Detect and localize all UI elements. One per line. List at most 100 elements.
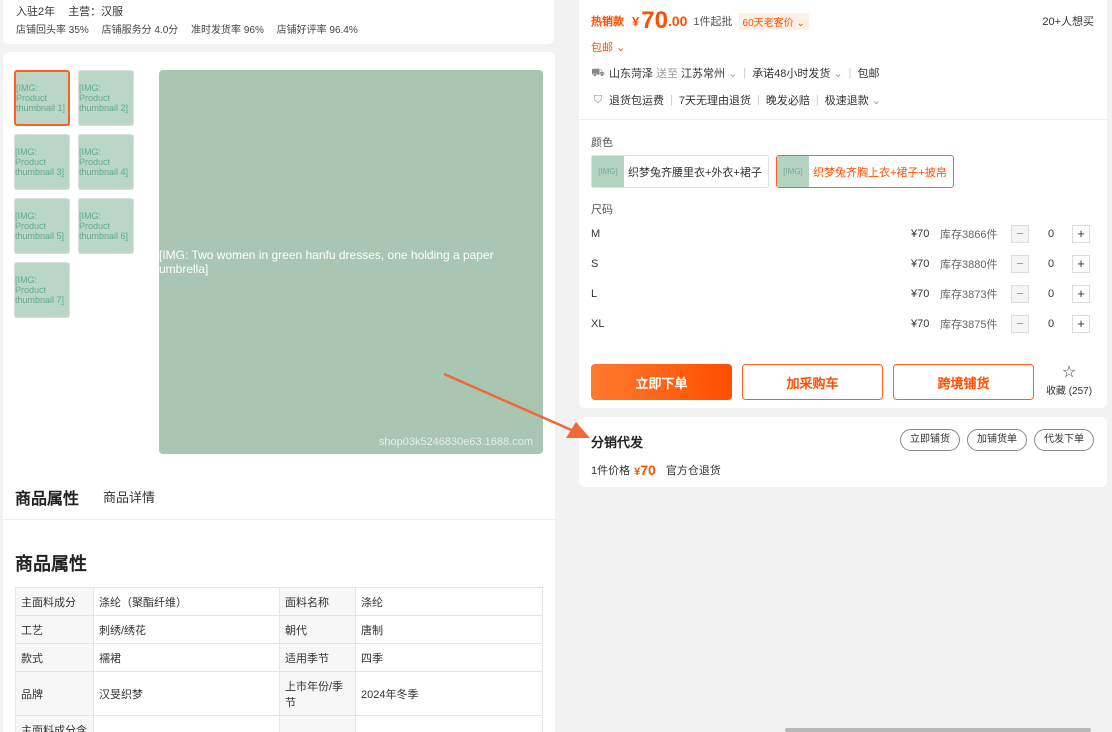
distribution-price-row: 1件价格 ¥70 官方仓退货: [591, 462, 721, 478]
chevron-down-icon: ⌄: [728, 68, 738, 80]
service-item-dropdown[interactable]: 极速退款 ⌄: [825, 92, 881, 108]
horizontal-scrollbar[interactable]: [785, 728, 1091, 732]
shop-stat: 准时发货率 96%: [191, 25, 264, 36]
thumbnail-image[interactable]: [IMG: Product thumbnail 1]: [14, 70, 70, 126]
list-now-button[interactable]: 立即铺货: [900, 429, 960, 451]
decrease-button[interactable]: −: [1011, 315, 1029, 333]
add-to-list-button[interactable]: 加铺货单: [967, 429, 1027, 451]
size-stock: 库存3866件: [940, 229, 998, 241]
ship-free: 包邮: [857, 68, 880, 80]
purchase-panel: 热销款 ¥ 70 .00 1件起批 60天老客价 ⌄ 20+人想买 包邮 ⌄ ⛟…: [579, 0, 1107, 408]
unit-price-label: 1件价格: [591, 465, 631, 477]
size-stock: 库存3880件: [940, 259, 998, 271]
price-symbol: ¥: [632, 13, 640, 29]
ship-to-location[interactable]: 江苏常州 ⌄: [681, 65, 737, 81]
attr-value: 四季: [355, 643, 543, 672]
shop-info-card: 入驻2年 主营：汉服 店铺回头率 35% 店铺服务分 4.0分 准时发货率 96…: [3, 0, 554, 44]
service-item: 7天无理由退货: [678, 95, 751, 107]
service-item: 退货包运费: [609, 95, 664, 107]
thumbnail-image[interactable]: [IMG: Product thumbnail 7]: [14, 262, 70, 318]
size-price: ¥70: [911, 228, 930, 240]
table-row: 工艺 刺绣/绣花 朝代 唐制: [15, 615, 543, 644]
distribution-note: 官方仓退货: [665, 465, 721, 477]
attr-key: [279, 715, 356, 732]
attr-value: 襦裙: [93, 643, 280, 672]
shop-stat: 店铺回头率 35%: [16, 25, 89, 36]
favorite-button[interactable]: ☆ 收藏 (257): [1041, 364, 1097, 397]
service-row: ⛉ 退货包运费 | 7天无理由退货 | 晚发必赔 | 极速退款 ⌄: [591, 92, 881, 108]
shop-years: 入驻2年: [16, 6, 56, 18]
attr-key: 面料名称: [279, 587, 356, 616]
price-decimal: .00: [667, 13, 688, 29]
shop-stat: 店铺好评率 96.4%: [276, 25, 358, 36]
attr-key: 工艺: [15, 615, 94, 644]
attr-value: 刺绣/绣花: [93, 615, 280, 644]
price-row: 热销款 ¥ 70 .00 1件起批 60天老客价 ⌄: [591, 6, 809, 36]
dropship-order-button[interactable]: 代发下单: [1034, 429, 1094, 451]
attr-value: 涤纶（聚酯纤维）: [93, 587, 280, 616]
order-now-button[interactable]: 立即下单: [591, 364, 732, 400]
min-order: 1件起批: [693, 16, 733, 28]
attr-value: 2024年冬季: [355, 671, 543, 716]
size-label: 尺码: [591, 204, 613, 216]
quantity-input[interactable]: 0: [1039, 318, 1063, 330]
star-icon: ☆: [1061, 364, 1077, 381]
color-swatch-image: [IMG]: [777, 156, 809, 187]
thumbnail-image[interactable]: [IMG: Product thumbnail 5]: [14, 198, 70, 254]
decrease-button[interactable]: −: [1011, 285, 1029, 303]
attr-key: 朝代: [279, 615, 356, 644]
thumbnail-image[interactable]: [IMG: Product thumbnail 3]: [14, 134, 70, 190]
tab-attributes[interactable]: 商品属性: [15, 485, 79, 509]
price-integer: 70: [641, 7, 668, 34]
free-shipping-dropdown[interactable]: 包邮 ⌄: [591, 39, 625, 55]
cross-border-listing-button[interactable]: 跨境铺货: [893, 364, 1034, 400]
hot-label: 热销款: [591, 16, 624, 28]
attr-key: 主面料成分含: [15, 715, 94, 732]
table-row: 品牌 汉旻织梦 上市年份/季节 2024年冬季: [15, 671, 543, 716]
add-to-cart-button[interactable]: 加采购车: [742, 364, 883, 400]
increase-button[interactable]: +: [1072, 285, 1090, 303]
attributes-table: 主面料成分 涤纶（聚酯纤维） 面料名称 涤纶 工艺 刺绣/绣花 朝代 唐制 款式…: [15, 587, 543, 732]
size-row: XL ¥70 库存3875件 − 0 +: [591, 314, 1097, 334]
returning-customer-badge[interactable]: 60天老客价 ⌄: [738, 12, 809, 30]
shop-stat: 店铺服务分 4.0分: [101, 25, 179, 36]
quantity-input[interactable]: 0: [1039, 258, 1063, 270]
attributes-title: 商品属性: [15, 554, 87, 574]
color-swatch-image: [IMG]: [592, 156, 624, 187]
thumbnail-image[interactable]: [IMG: Product thumbnail 6]: [78, 198, 134, 254]
service-item: 晚发必赔: [765, 95, 810, 107]
table-row: 款式 襦裙 适用季节 四季: [15, 643, 543, 672]
size-price: ¥70: [911, 318, 930, 330]
distribution-price: ¥70: [634, 462, 656, 478]
ship-promise[interactable]: 承诺48小时发货 ⌄: [752, 65, 843, 81]
ship-to-word: 送至: [656, 68, 678, 80]
attr-value: 汉旻织梦: [93, 671, 280, 716]
color-label: 颜色: [591, 137, 613, 149]
attr-key: 上市年份/季节: [279, 671, 356, 716]
size-name: XL: [591, 318, 605, 330]
quantity-input[interactable]: 0: [1039, 288, 1063, 300]
color-option[interactable]: [IMG] 织梦兔齐腰里衣+外衣+裙子: [591, 155, 769, 188]
decrease-button[interactable]: −: [1011, 225, 1029, 243]
shop-main-business: 主营：汉服: [68, 6, 124, 18]
increase-button[interactable]: +: [1072, 255, 1090, 273]
distribution-card: 分销代发 立即铺货 加铺货单 代发下单 1件价格 ¥70 官方仓退货: [579, 417, 1107, 487]
shield-icon: ⛉: [593, 94, 603, 106]
increase-button[interactable]: +: [1072, 225, 1090, 243]
chevron-down-icon: ⌄: [833, 68, 843, 80]
quantity-input[interactable]: 0: [1039, 228, 1063, 240]
tab-details[interactable]: 商品详情: [103, 487, 155, 506]
size-price: ¥70: [911, 288, 930, 300]
thumbnail-image[interactable]: [IMG: Product thumbnail 4]: [78, 134, 134, 190]
size-name: L: [591, 288, 598, 300]
increase-button[interactable]: +: [1072, 315, 1090, 333]
chevron-down-icon: ⌄: [871, 95, 881, 107]
color-option-selected[interactable]: [IMG] 织梦兔齐胸上衣+裙子+披帛: [776, 155, 954, 188]
decrease-button[interactable]: −: [1011, 255, 1029, 273]
favorite-count: 收藏 (257): [1045, 386, 1093, 397]
size-name: M: [591, 228, 601, 240]
size-stock: 库存3875件: [940, 319, 998, 331]
thumbnail-image[interactable]: [IMG: Product thumbnail 2]: [78, 70, 134, 126]
detail-tabs: 商品属性 商品详情: [3, 472, 555, 520]
attr-key: 主面料成分: [15, 587, 94, 616]
